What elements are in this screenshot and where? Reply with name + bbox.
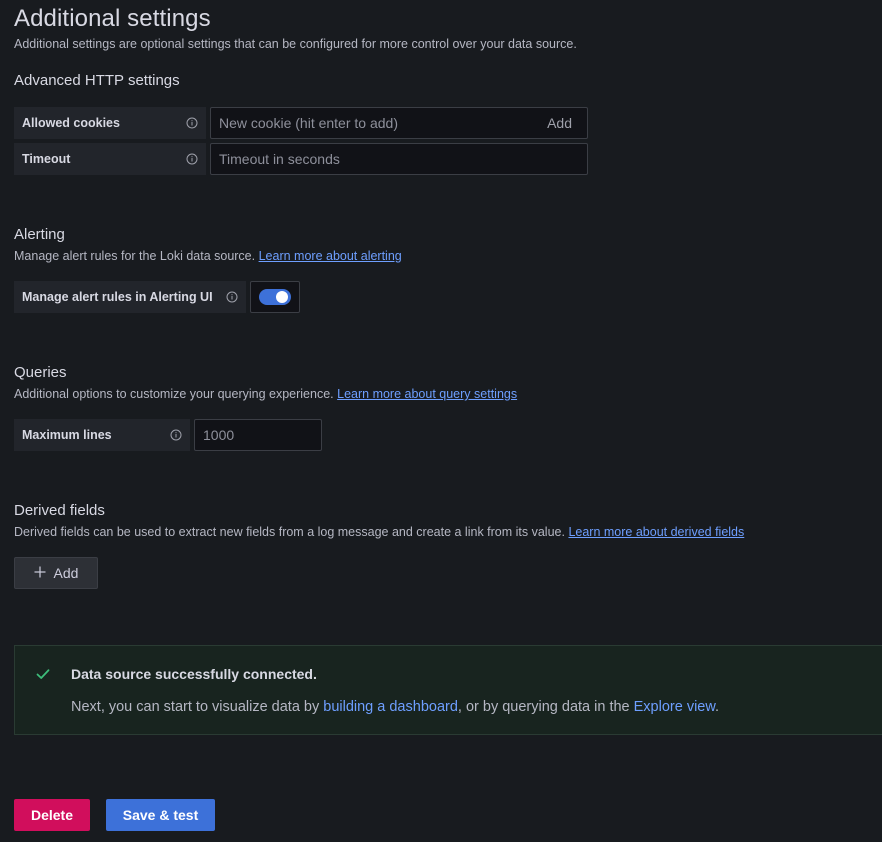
timeout-label: Timeout — [14, 143, 206, 175]
queries-description-text: Additional options to customize your que… — [14, 387, 334, 401]
queries-learn-more-link[interactable]: Learn more about query settings — [337, 387, 517, 401]
add-derived-field-label: Add — [53, 565, 79, 581]
toggle-knob — [276, 291, 288, 303]
alerting-learn-more-link[interactable]: Learn more about alerting — [259, 249, 402, 263]
maximum-lines-label-text: Maximum lines — [22, 428, 112, 442]
timeout-input[interactable] — [219, 151, 579, 167]
alerting-section-title: Alerting — [14, 226, 65, 243]
add-cookie-button[interactable]: Add — [547, 115, 579, 131]
manage-alert-rules-toggle-wrapper — [250, 281, 300, 313]
allowed-cookies-input[interactable] — [219, 115, 548, 131]
timeout-input-wrapper — [210, 143, 588, 175]
allowed-cookies-input-wrapper: Add — [210, 107, 588, 139]
alerting-description: Manage alert rules for the Loki data sou… — [14, 249, 402, 263]
allowed-cookies-label-text: Allowed cookies — [22, 116, 120, 130]
success-alert: Data source successfully connected. Next… — [14, 645, 882, 735]
manage-alert-rules-toggle[interactable] — [259, 289, 291, 305]
page-title: Additional settings — [14, 5, 211, 32]
http-section-title: Advanced HTTP settings — [14, 72, 180, 89]
derived-fields-description-text: Derived fields can be used to extract ne… — [14, 525, 565, 539]
alerting-description-text: Manage alert rules for the Loki data sou… — [14, 249, 256, 263]
alert-body-prefix: Next, you can start to visualize data by — [71, 699, 324, 715]
building-dashboard-link[interactable]: building a dashboard — [323, 699, 458, 715]
maximum-lines-input[interactable] — [203, 427, 313, 443]
queries-description: Additional options to customize your que… — [14, 387, 517, 401]
delete-button[interactable]: Delete — [14, 799, 90, 831]
info-icon[interactable] — [186, 153, 198, 165]
info-icon[interactable] — [170, 429, 182, 441]
page-description: Additional settings are optional setting… — [14, 37, 577, 51]
alert-title: Data source successfully connected. — [71, 666, 317, 682]
derived-fields-description: Derived fields can be used to extract ne… — [14, 525, 744, 539]
alert-body-suffix: . — [715, 699, 720, 715]
manage-alert-rules-label: Manage alert rules in Alerting UI — [14, 281, 246, 313]
maximum-lines-label: Maximum lines — [14, 419, 190, 451]
check-icon — [35, 666, 51, 687]
timeout-label-text: Timeout — [22, 152, 71, 166]
alert-body-middle: , or by querying data in the — [457, 699, 634, 715]
derived-fields-learn-more-link[interactable]: Learn more about derived fields — [568, 525, 744, 539]
add-derived-field-button[interactable]: Add — [14, 557, 98, 589]
info-icon[interactable] — [226, 291, 238, 303]
explore-view-link[interactable]: Explore view — [634, 699, 715, 715]
info-icon[interactable] — [186, 117, 198, 129]
derived-fields-section-title: Derived fields — [14, 502, 105, 519]
plus-icon — [34, 565, 46, 581]
maximum-lines-input-wrapper — [194, 419, 322, 451]
alert-body: Next, you can start to visualize data by… — [71, 699, 719, 715]
manage-alert-rules-label-text: Manage alert rules in Alerting UI — [22, 290, 213, 304]
save-and-test-button[interactable]: Save & test — [106, 799, 215, 831]
queries-section-title: Queries — [14, 364, 67, 381]
allowed-cookies-label: Allowed cookies — [14, 107, 206, 139]
